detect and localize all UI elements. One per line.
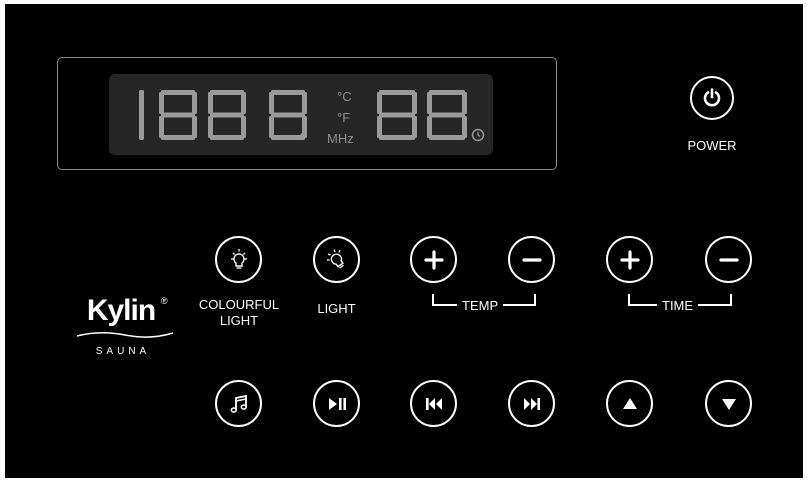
light-button[interactable] xyxy=(313,236,360,283)
time-minus-button[interactable] xyxy=(705,236,752,283)
timer-digit-2-segment-c xyxy=(462,116,467,138)
power-label: POWER xyxy=(687,138,737,153)
colorful-bulb-icon xyxy=(230,248,247,269)
display-digit-3-segment-g xyxy=(210,112,244,118)
display-digit-2-segment-c xyxy=(192,116,197,138)
music-button[interactable] xyxy=(215,380,262,427)
display-digit-3-segment-c xyxy=(241,116,246,138)
segment-digits xyxy=(139,90,467,140)
unit-mhz: MHz xyxy=(327,131,354,146)
previous-track-icon xyxy=(425,397,442,410)
timer-digit-2-segment-e xyxy=(427,116,432,138)
temp-minus-button[interactable] xyxy=(508,236,555,283)
timer-digit-1-segment-b xyxy=(412,92,417,114)
colourful-light-label: COLOURFUL LIGHT xyxy=(198,297,280,328)
timer-digit-2-segment-g xyxy=(429,112,465,118)
minus-icon xyxy=(521,257,542,262)
display-digit-4-segment-b xyxy=(302,92,307,114)
display-digit-4 xyxy=(269,90,307,140)
sauna-control-panel: °C °F MHz POWER Kylin ® SAUNA COLOURFUL … xyxy=(5,4,803,478)
display-digit-4-segment-a xyxy=(271,90,305,95)
timer-digit-1-segment-f xyxy=(377,92,382,114)
timer-digit-2-segment-a xyxy=(429,90,465,95)
display-digit-4-segment-f xyxy=(269,92,274,114)
up-arrow-icon xyxy=(622,397,637,409)
display-digit-2-segment-g xyxy=(161,112,195,118)
brand-name: Kylin xyxy=(86,294,156,327)
display-digit-1 xyxy=(139,90,144,140)
display-digit-4-segment-e xyxy=(269,116,274,138)
display-digit-4-segment-g xyxy=(271,112,305,118)
decimal-point xyxy=(300,133,306,139)
timer-digit-1-segment-c xyxy=(412,116,417,138)
display-digit-2-segment-a xyxy=(161,90,195,95)
display-digit-3-segment-f xyxy=(208,92,213,114)
bulb-icon xyxy=(326,248,344,269)
display-digit-2 xyxy=(159,90,197,140)
timer-digit-2-segment-f xyxy=(427,92,432,114)
timer-digit-2-segment-b xyxy=(462,92,467,114)
display-digit-3-segment-e xyxy=(208,116,213,138)
clock-icon xyxy=(471,128,485,142)
play-pause-icon xyxy=(328,397,346,410)
down-arrow-icon xyxy=(721,398,736,410)
display-digit-1-segment xyxy=(139,90,144,140)
plus-icon xyxy=(423,249,444,270)
minus-icon xyxy=(718,257,739,262)
colourful-light-button[interactable] xyxy=(215,236,262,283)
timer-digit-2 xyxy=(427,90,467,140)
display-digit-3-segment-d xyxy=(210,135,244,140)
timer-digit-1-segment-d xyxy=(379,135,415,140)
down-button[interactable] xyxy=(705,380,752,427)
up-button[interactable] xyxy=(606,380,653,427)
display-digit-2-segment-b xyxy=(192,92,197,114)
display-digit-3-segment-a xyxy=(210,90,244,95)
temp-plus-button[interactable] xyxy=(410,236,457,283)
previous-track-button[interactable] xyxy=(410,380,457,427)
brand-subtitle: SAUNA xyxy=(95,346,151,357)
display-digit-3 xyxy=(208,90,246,140)
kylin-logo: Kylin ® SAUNA xyxy=(71,294,181,364)
time-label: TIME xyxy=(657,298,699,314)
unit-fahrenheit: °F xyxy=(337,110,351,125)
next-track-button[interactable] xyxy=(508,380,555,427)
display-digit-4-segment-d xyxy=(271,135,305,140)
temp-label: TEMP xyxy=(457,298,504,314)
display-digit-2-segment-e xyxy=(159,116,164,138)
power-button[interactable] xyxy=(690,76,734,120)
timer-digit-1-segment-g xyxy=(379,112,415,118)
timer-digit-2-segment-d xyxy=(429,135,465,140)
unit-celsius: °C xyxy=(337,89,352,104)
music-icon xyxy=(230,394,247,413)
light-label: LIGHT xyxy=(317,301,356,316)
time-plus-button[interactable] xyxy=(606,236,653,283)
power-icon xyxy=(703,88,721,107)
plus-icon xyxy=(619,249,640,270)
display-digit-2-segment-f xyxy=(159,92,164,114)
timer-digit-1 xyxy=(377,90,417,140)
next-track-icon xyxy=(523,397,540,410)
lcd-display: °C °F MHz xyxy=(109,74,493,155)
play-pause-button[interactable] xyxy=(313,380,360,427)
registered-mark: ® xyxy=(161,296,168,306)
display-digit-2-segment-d xyxy=(161,135,195,140)
logo-wave-icon xyxy=(76,332,174,338)
timer-digit-1-segment-a xyxy=(379,90,415,95)
timer-digit-1-segment-e xyxy=(377,116,382,138)
display-digit-3-segment-b xyxy=(241,92,246,114)
